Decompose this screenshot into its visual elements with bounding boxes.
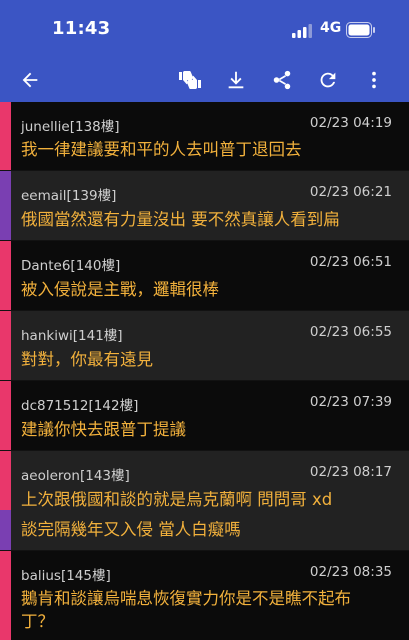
- comment-floor: [139樓]: [66, 188, 117, 204]
- signal-icon: [292, 24, 312, 38]
- comment-text: 被入侵說是主戰，邏輯很棒: [21, 280, 219, 299]
- comment-meta: Dante6[140樓] 02/23 06:51: [21, 254, 392, 274]
- comment-meta: dc871512[142樓] 02/23 07:39: [21, 394, 392, 414]
- comment-date: 02/23 06:55: [309, 324, 392, 340]
- comment-date: 02/23 08:17: [309, 464, 392, 480]
- comment-floor: [142樓]: [88, 398, 139, 414]
- download-button[interactable]: [214, 58, 258, 102]
- comment-author: aeoleron: [21, 468, 80, 484]
- comment-row[interactable]: eemail[139樓] 02/23 06:21 俄國當然還有力量沒出 要不然真…: [0, 171, 409, 241]
- comment-date: 02/23 06:51: [309, 254, 392, 270]
- comment-list: junellie[138樓] 02/23 04:19 我一律建議要和平的人去叫普…: [0, 102, 409, 640]
- comment-row[interactable]: aeoleron[143樓] 02/23 08:17 上次跟俄國和談的就是烏克蘭…: [0, 451, 409, 551]
- network-type: 4G: [320, 20, 342, 36]
- comment-row[interactable]: balius[145樓] 02/23 08:35 鵝肯和談讓烏喘息恢復實力你是不…: [0, 551, 409, 640]
- comment-author: eemail: [21, 188, 67, 204]
- more-button[interactable]: [352, 58, 396, 102]
- refresh-icon: [320, 72, 336, 88]
- app-header: 11:43 4G: [0, 0, 409, 102]
- share-icon: [273, 70, 291, 90]
- rate-button[interactable]: [168, 58, 212, 102]
- comment-bar: [0, 102, 11, 170]
- comment-text: 鵝肯和談讓烏喘息恢復實力你是不是瞧不起布: [21, 589, 351, 608]
- comment-row[interactable]: junellie[138樓] 02/23 04:19 我一律建議要和平的人去叫普…: [0, 102, 409, 171]
- more-vert-icon: [372, 71, 376, 89]
- comment-bar-secondary: [0, 510, 11, 550]
- comment-author: junellie: [21, 119, 70, 135]
- comment-meta: junellie[138樓] 02/23 04:19: [21, 115, 392, 135]
- comment-bar: [0, 241, 11, 310]
- comment-floor: [138樓]: [69, 119, 120, 135]
- comment-floor: [141樓]: [72, 328, 123, 344]
- comment-row[interactable]: dc871512[142樓] 02/23 07:39 建議你快去跟普丁提議: [0, 381, 409, 451]
- download-icon: [228, 71, 244, 89]
- toolbar: [0, 58, 409, 102]
- comment-bar: [0, 451, 11, 510]
- comment-text-line-2: 丁？: [21, 612, 54, 631]
- comment-text: 建議你快去跟普丁提議: [21, 420, 186, 439]
- comment-author: dc871512: [21, 398, 89, 414]
- comment-meta: aeoleron[143樓] 02/23 08:17: [21, 464, 392, 484]
- comment-meta: hankiwi[141樓] 02/23 06:55: [21, 324, 392, 344]
- comment-date: 02/23 06:21: [309, 184, 392, 200]
- comment-text-line-2: 談完隔幾年又入侵 當人白癡嗎: [21, 520, 241, 539]
- comment-meta: eemail[139樓] 02/23 06:21: [21, 184, 392, 204]
- comment-bar: [0, 171, 11, 240]
- comment-date: 02/23 07:39: [309, 394, 392, 410]
- comment-text: 對對，你最有遠見: [21, 350, 153, 369]
- comment-author: balius: [21, 568, 61, 584]
- comment-author: hankiwi: [21, 328, 73, 344]
- comment-date: 02/23 04:19: [309, 115, 392, 131]
- comment-bar: [0, 311, 11, 380]
- refresh-button[interactable]: [306, 58, 350, 102]
- comment-text: 上次跟俄國和談的就是烏克蘭啊 問問哥 xd: [21, 490, 333, 509]
- comment-row[interactable]: hankiwi[141樓] 02/23 06:55 對對，你最有遠見: [0, 311, 409, 381]
- comment-bar: [0, 381, 11, 450]
- thumbs-up-down-icon: [179, 71, 201, 89]
- status-time: 11:43: [52, 18, 111, 39]
- comment-floor: [143樓]: [79, 468, 130, 484]
- comment-bar: [0, 551, 11, 640]
- status-bar: 11:43 4G: [0, 0, 409, 58]
- battery-icon: [346, 22, 375, 38]
- comment-row[interactable]: Dante6[140樓] 02/23 06:51 被入侵說是主戰，邏輯很棒: [0, 241, 409, 311]
- share-button[interactable]: [260, 58, 304, 102]
- back-arrow-icon: [22, 72, 38, 88]
- screen: 11:43 4G junellie[138樓] 02/23 04:19 我一律建…: [0, 0, 409, 640]
- comment-meta: balius[145樓] 02/23 08:35: [21, 564, 392, 584]
- comment-floor: [140樓]: [70, 258, 121, 274]
- comment-author: Dante6: [21, 258, 71, 274]
- comment-text: 俄國當然還有力量沒出 要不然真讓人看到扁: [21, 210, 340, 229]
- comment-text: 我一律建議要和平的人去叫普丁退回去: [21, 140, 302, 159]
- back-button[interactable]: [8, 58, 52, 102]
- comment-floor: [145樓]: [60, 568, 111, 584]
- comment-date: 02/23 08:35: [309, 564, 392, 580]
